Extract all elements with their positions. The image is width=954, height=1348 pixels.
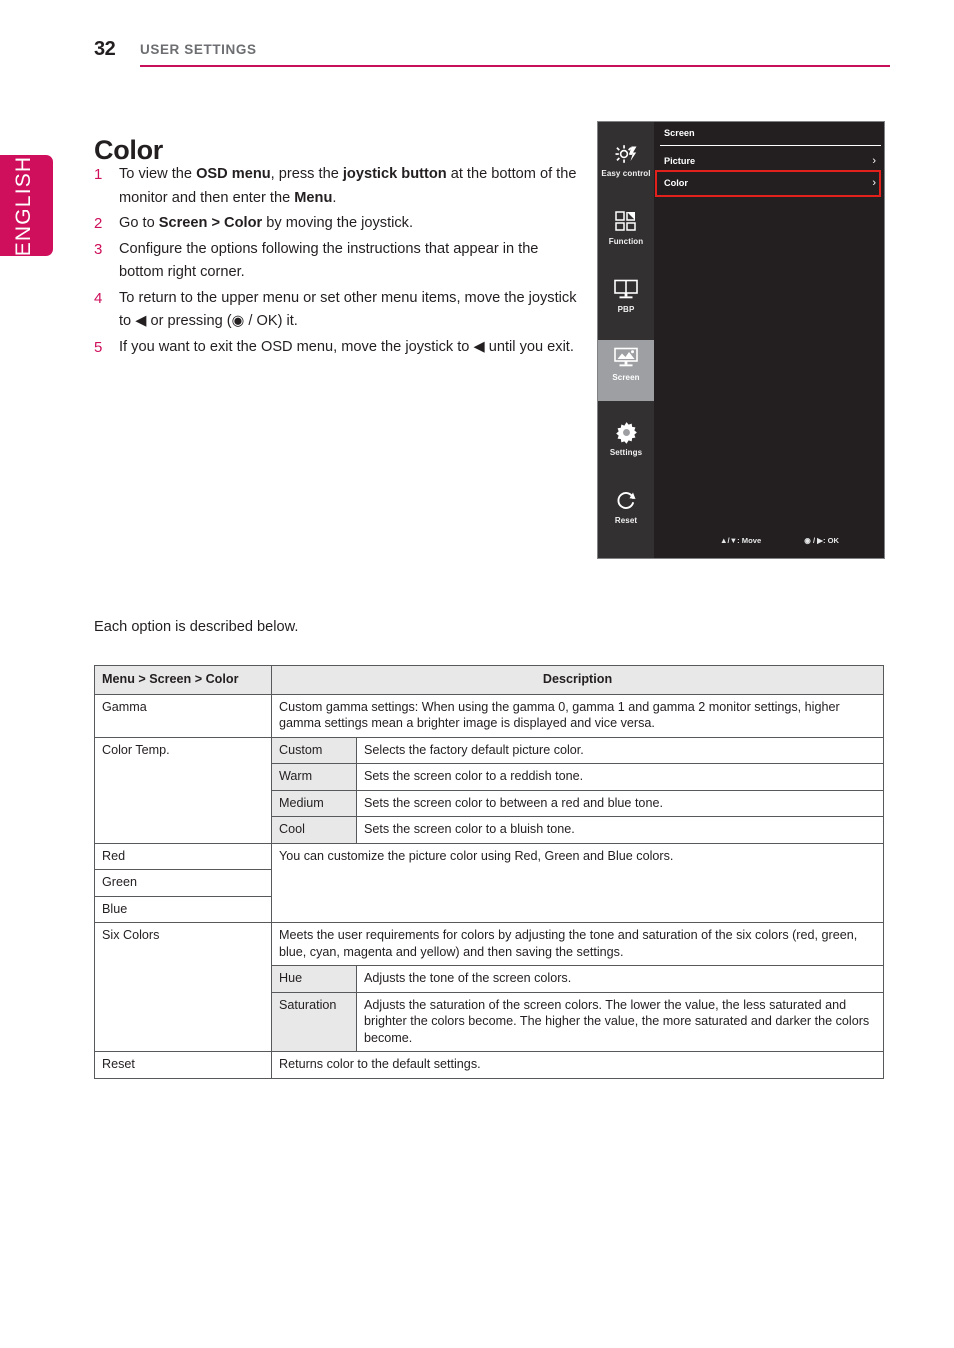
row-description: Adjusts the tone of the screen colors. xyxy=(356,965,884,993)
step-text: Configure the options following the inst… xyxy=(119,240,539,281)
osd-nav-easy-control[interactable]: Easy control xyxy=(598,141,654,190)
gear-icon xyxy=(598,420,654,445)
osd-nav-label: Reset xyxy=(614,516,638,525)
osd-nav-label: Screen xyxy=(612,373,640,382)
table-row: Gamma Custom gamma settings: When using … xyxy=(94,693,884,738)
row-label-six-colors: Six Colors xyxy=(94,922,272,1052)
sub-label-saturation: Saturation xyxy=(271,991,357,1052)
step-number: 1 xyxy=(94,166,103,183)
table-row: Red You can customize the picture color … xyxy=(94,842,884,923)
step-text: If you want to exit the OSD menu, move t… xyxy=(119,338,574,355)
row-description: Returns color to the default settings. xyxy=(271,1051,884,1079)
table-row: Color Temp. Custom Selects the factory d… xyxy=(94,736,884,844)
language-tab-label: ENGLISH xyxy=(11,155,35,256)
osd-hint-move: ▲/▼: Move xyxy=(720,535,762,545)
step-number: 4 xyxy=(94,289,103,307)
osd-content-pane: Screen Picture › Color › ▲/▼: Move ◉ / ▶… xyxy=(654,122,884,558)
osd-hint-bar: ▲/▼: Move ◉ / ▶: OK ◀: Back xyxy=(710,530,884,550)
osd-menu-item-label: Picture xyxy=(664,156,696,166)
row-label-blue: Blue xyxy=(94,895,272,923)
step-number: 2 xyxy=(94,215,103,232)
row-label-green: Green xyxy=(94,869,272,897)
row-label-red: Red xyxy=(94,842,272,870)
table-header-row: Menu > Screen > Color Description xyxy=(94,665,884,695)
step-text: To view the OSD menu, press the joystick… xyxy=(119,166,577,206)
header-title: USER SETTINGS xyxy=(140,42,257,57)
chevron-right-icon: › xyxy=(872,154,876,167)
row-description: Adjusts the saturation of the screen col… xyxy=(356,991,884,1052)
table-header-description: Description xyxy=(271,665,884,695)
osd-nav-settings[interactable]: Settings xyxy=(598,420,654,469)
row-label-reset: Reset xyxy=(94,1051,272,1079)
step-item: 1 To view the OSD menu, press the joysti… xyxy=(94,163,584,210)
chevron-right-icon: › xyxy=(872,176,876,189)
row-description: Custom gamma settings: When using the ga… xyxy=(271,693,884,738)
row-description: Sets the screen color to a bluish tone. xyxy=(356,816,884,844)
screen-picture-icon xyxy=(598,345,654,370)
osd-nav-function[interactable]: Function xyxy=(598,209,654,258)
sub-label-medium: Medium xyxy=(271,789,357,817)
page-title: Color xyxy=(94,135,163,166)
language-tab: ENGLISH xyxy=(0,155,53,256)
sub-label-warm: Warm xyxy=(271,763,357,791)
options-table: Menu > Screen > Color Description Gamma … xyxy=(94,665,884,1079)
osd-menu-item-color[interactable]: Color › xyxy=(660,170,881,196)
osd-nav-label: Settings xyxy=(609,448,643,457)
osd-nav-label: PBP xyxy=(617,305,635,314)
step-item: 2 Go to Screen > Color by moving the joy… xyxy=(94,212,584,236)
step-text: To return to the upper menu or set other… xyxy=(119,289,577,330)
table-header-menu: Menu > Screen > Color xyxy=(94,665,272,695)
row-label-color-temp: Color Temp. xyxy=(94,736,272,844)
sub-label-hue: Hue xyxy=(271,965,357,993)
sub-label-custom: Custom xyxy=(271,736,357,764)
instruction-steps: 1 To view the OSD menu, press the joysti… xyxy=(94,163,584,361)
row-description: Meets the user requirements for colors b… xyxy=(271,922,884,966)
osd-nav-pbp[interactable]: PBP xyxy=(598,277,654,326)
osd-menu-screenshot: Easy control Function PBP Screen Setting… xyxy=(597,121,885,559)
osd-screen-title: Screen xyxy=(664,128,695,138)
osd-hint-ok: ◉ / ▶: OK xyxy=(804,535,840,545)
osd-nav-label: Easy control xyxy=(601,169,651,178)
step-item: 4 To return to the upper menu or set oth… xyxy=(94,287,584,334)
osd-nav-reset[interactable]: Reset xyxy=(598,488,654,537)
osd-nav-label: Function xyxy=(608,237,644,246)
table-intro-text: Each option is described below. xyxy=(94,619,299,635)
row-description: Selects the factory default picture colo… xyxy=(356,736,884,764)
header-rule xyxy=(140,65,890,67)
reset-arrow-icon xyxy=(598,488,654,513)
page-header: 32 USER SETTINGS xyxy=(94,38,890,68)
osd-title-divider xyxy=(660,145,881,146)
page-number: 32 xyxy=(94,38,116,60)
osd-menu-item-label: Color xyxy=(664,178,688,188)
row-description: Sets the screen color to a reddish tone. xyxy=(356,763,884,791)
step-item: 3 Configure the options following the in… xyxy=(94,238,584,285)
osd-sidebar: Easy control Function PBP Screen Setting… xyxy=(598,122,654,558)
step-number: 3 xyxy=(94,240,103,258)
row-description: Sets the screen color to between a red a… xyxy=(356,789,884,817)
table-row: Reset Returns color to the default setti… xyxy=(94,1051,884,1079)
pbp-split-screen-icon xyxy=(598,277,654,302)
row-description: You can customize the picture color usin… xyxy=(271,842,884,923)
osd-nav-screen[interactable]: Screen xyxy=(598,340,654,401)
row-label-gamma: Gamma xyxy=(94,693,272,738)
table-row: Six Colors Meets the user requirements f… xyxy=(94,922,884,1052)
sub-label-cool: Cool xyxy=(271,816,357,844)
function-grid-icon xyxy=(598,209,654,234)
step-text: Go to Screen > Color by moving the joyst… xyxy=(119,215,414,231)
step-item: 5 If you want to exit the OSD menu, move… xyxy=(94,336,584,360)
brightness-bolt-icon xyxy=(598,141,654,166)
step-number: 5 xyxy=(94,338,103,356)
